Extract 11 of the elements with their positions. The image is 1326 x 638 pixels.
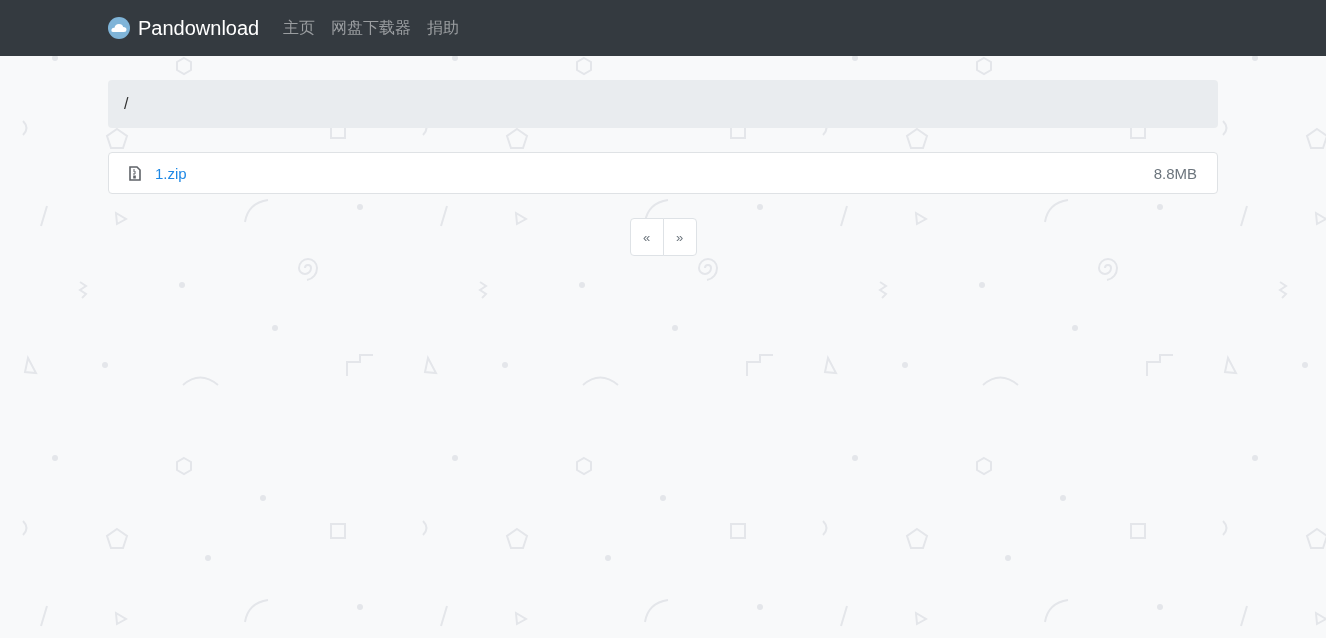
pagination-button[interactable]: » bbox=[662, 218, 697, 256]
brand-link[interactable]: Pandownload bbox=[108, 16, 260, 40]
pagination-button[interactable]: « bbox=[629, 218, 664, 256]
file-size: 8.8MB bbox=[1153, 164, 1197, 182]
nav-link[interactable]: 捐助 bbox=[419, 17, 468, 39]
nav-link[interactable]: 网盘下载器 bbox=[323, 17, 420, 39]
nav-link[interactable]: 主页 bbox=[275, 17, 324, 39]
zip-file-icon bbox=[129, 165, 141, 181]
file-link[interactable]: 1.zip bbox=[155, 164, 187, 182]
cloud-logo-icon bbox=[108, 17, 130, 39]
breadcrumb: / bbox=[108, 80, 1218, 128]
